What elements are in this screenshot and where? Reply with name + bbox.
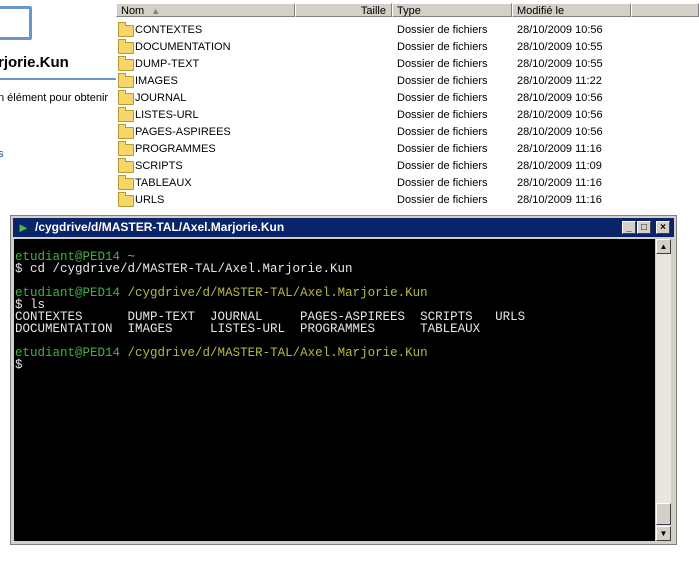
prompt-user: etudiant@PED14 bbox=[15, 346, 121, 360]
file-type: Dossier de fichiers bbox=[397, 58, 488, 70]
console-line: $ bbox=[15, 358, 23, 372]
file-name: TABLEAUX bbox=[135, 177, 192, 189]
folder-icon bbox=[118, 90, 134, 105]
file-type: Dossier de fichiers bbox=[397, 24, 488, 36]
folder-title: rjorie.Kun bbox=[0, 54, 69, 71]
folder-icon bbox=[118, 56, 134, 71]
column-header-type[interactable]: Type bbox=[392, 3, 512, 17]
folder-icon bbox=[118, 39, 134, 54]
file-modified: 28/10/2009 11:16 bbox=[517, 143, 602, 155]
column-header-name[interactable]: Nom ▲ bbox=[116, 3, 295, 17]
terminal-icon: ► bbox=[17, 220, 30, 235]
close-button[interactable]: × bbox=[656, 221, 670, 234]
column-header-name-label: Nom bbox=[121, 5, 145, 17]
file-name: DUMP-TEXT bbox=[135, 58, 200, 70]
sort-ascending-icon: ▲ bbox=[151, 6, 161, 16]
maximize-button[interactable]: □ bbox=[637, 221, 651, 234]
file-type: Dossier de fichiers bbox=[397, 143, 488, 155]
vertical-scrollbar[interactable]: ▲ ▼ bbox=[656, 239, 671, 541]
file-type: Dossier de fichiers bbox=[397, 109, 488, 121]
file-name: IMAGES bbox=[135, 75, 178, 87]
file-row[interactable]: URLS Dossier de fichiers 28/10/2009 11:16 bbox=[116, 192, 699, 209]
scroll-up-button[interactable]: ▲ bbox=[656, 239, 671, 254]
file-type: Dossier de fichiers bbox=[397, 160, 488, 172]
file-modified: 28/10/2009 10:56 bbox=[517, 24, 603, 36]
prompt-path: /cygdrive/d/MASTER-TAL/Axel.Marjorie.Kun bbox=[127, 286, 428, 300]
file-name: PAGES-ASPIREES bbox=[135, 126, 231, 138]
prompt-path: /cygdrive/d/MASTER-TAL/Axel.Marjorie.Kun bbox=[127, 346, 428, 360]
file-list: Nom ▲ Taille Type Modifié le CONTEXTES Do… bbox=[116, 0, 699, 215]
explorer-task-pane: rjorie.Kun n élément pour obtenir s bbox=[0, 0, 116, 215]
file-name: PROGRAMMES bbox=[135, 143, 216, 155]
file-modified: 28/10/2009 11:16 bbox=[517, 177, 602, 189]
folder-icon bbox=[118, 192, 134, 207]
file-row[interactable]: DOCUMENTATION Dossier de fichiers 28/10/20… bbox=[116, 39, 699, 56]
terminal-console[interactable]: etudiant@PED14 ~ $ cd /cygdrive/d/MASTER-… bbox=[14, 239, 655, 541]
file-type: Dossier de fichiers bbox=[397, 75, 488, 87]
task-pane-link[interactable]: s bbox=[0, 148, 4, 160]
file-row[interactable]: PAGES-ASPIREES Dossier de fichiers 28/10/2… bbox=[116, 124, 699, 141]
file-row[interactable]: DUMP-TEXT Dossier de fichiers 28/10/2009 1… bbox=[116, 56, 699, 73]
column-header-size[interactable]: Taille bbox=[295, 3, 392, 17]
scroll-down-button[interactable]: ▼ bbox=[656, 526, 671, 541]
column-header-row: Nom ▲ Taille Type Modifié le bbox=[116, 3, 699, 19]
file-row[interactable]: TABLEAUX Dossier de fichiers 28/10/2009 11… bbox=[116, 175, 699, 192]
folder-icon bbox=[118, 107, 134, 122]
file-name: CONTEXTES bbox=[135, 24, 203, 36]
file-name: JOURNAL bbox=[135, 92, 187, 104]
console-line: etudiant@PED14 /cygdrive/d/MASTER-TAL/Ax… bbox=[15, 346, 428, 360]
file-modified: 28/10/2009 11:22 bbox=[517, 75, 602, 87]
folder-icon bbox=[118, 175, 134, 190]
folder-icon bbox=[118, 124, 134, 139]
console-text: DOCUMENTATION IMAGES LISTES-URL PROGRAMM… bbox=[15, 322, 481, 336]
file-type: Dossier de fichiers bbox=[397, 92, 488, 104]
column-header-modified[interactable]: Modifié le bbox=[512, 3, 631, 17]
file-row[interactable]: SCRIPTS Dossier de fichiers 28/10/2009 11:… bbox=[116, 158, 699, 175]
file-row[interactable]: CONTEXTES Dossier de fichiers 28/10/2009 1… bbox=[116, 22, 699, 39]
folder-icon bbox=[118, 141, 134, 156]
terminal-window: ► /cygdrive/d/MASTER-TAL/Axel.Marjorie.K… bbox=[10, 215, 677, 545]
file-modified: 28/10/2009 10:55 bbox=[517, 58, 603, 70]
file-name: SCRIPTS bbox=[135, 160, 183, 172]
scroll-thumb[interactable] bbox=[656, 503, 671, 525]
console-text: $ bbox=[15, 358, 23, 372]
file-modified: 28/10/2009 10:55 bbox=[517, 41, 603, 53]
file-row[interactable]: PROGRAMMES Dossier de fichiers 28/10/2009 … bbox=[116, 141, 699, 158]
file-type: Dossier de fichiers bbox=[397, 194, 488, 206]
file-name: DOCUMENTATION bbox=[135, 41, 231, 53]
file-name: LISTES-URL bbox=[135, 109, 199, 121]
file-row[interactable]: LISTES-URL Dossier de fichiers 28/10/2009 … bbox=[116, 107, 699, 124]
folder-icon bbox=[0, 6, 32, 40]
folder-icon bbox=[118, 73, 134, 88]
terminal-title: /cygdrive/d/MASTER-TAL/Axel.Marjorie.Kun bbox=[35, 220, 285, 234]
file-modified: 28/10/2009 10:56 bbox=[517, 126, 603, 138]
divider bbox=[0, 78, 116, 80]
file-row[interactable]: JOURNAL Dossier de fichiers 28/10/2009 10:… bbox=[116, 90, 699, 107]
file-row[interactable]: IMAGES Dossier de fichiers 28/10/2009 11:2… bbox=[116, 73, 699, 90]
file-type: Dossier de fichiers bbox=[397, 41, 488, 53]
folder-icon bbox=[118, 22, 134, 37]
console-text: $ cd /cygdrive/d/MASTER-TAL/Axel.Marjori… bbox=[15, 262, 353, 276]
file-type: Dossier de fichiers bbox=[397, 126, 488, 138]
file-name: URLS bbox=[135, 194, 165, 206]
file-modified: 28/10/2009 10:56 bbox=[517, 92, 603, 104]
folder-icon bbox=[118, 158, 134, 173]
file-type: Dossier de fichiers bbox=[397, 177, 488, 189]
console-line: DOCUMENTATION IMAGES LISTES-URL PROGRAMM… bbox=[15, 322, 481, 336]
console-line: etudiant@PED14 /cygdrive/d/MASTER-TAL/Ax… bbox=[15, 286, 428, 300]
file-modified: 28/10/2009 11:09 bbox=[517, 160, 602, 172]
console-line: $ cd /cygdrive/d/MASTER-TAL/Axel.Marjori… bbox=[15, 262, 353, 276]
task-pane-description: n élément pour obtenir bbox=[0, 92, 109, 104]
terminal-titlebar[interactable]: ► /cygdrive/d/MASTER-TAL/Axel.Marjorie.K… bbox=[13, 218, 674, 237]
file-modified: 28/10/2009 10:56 bbox=[517, 109, 603, 121]
minimize-button[interactable]: _ bbox=[622, 221, 636, 234]
file-modified: 28/10/2009 11:16 bbox=[517, 194, 602, 206]
column-header-filler bbox=[631, 3, 699, 17]
